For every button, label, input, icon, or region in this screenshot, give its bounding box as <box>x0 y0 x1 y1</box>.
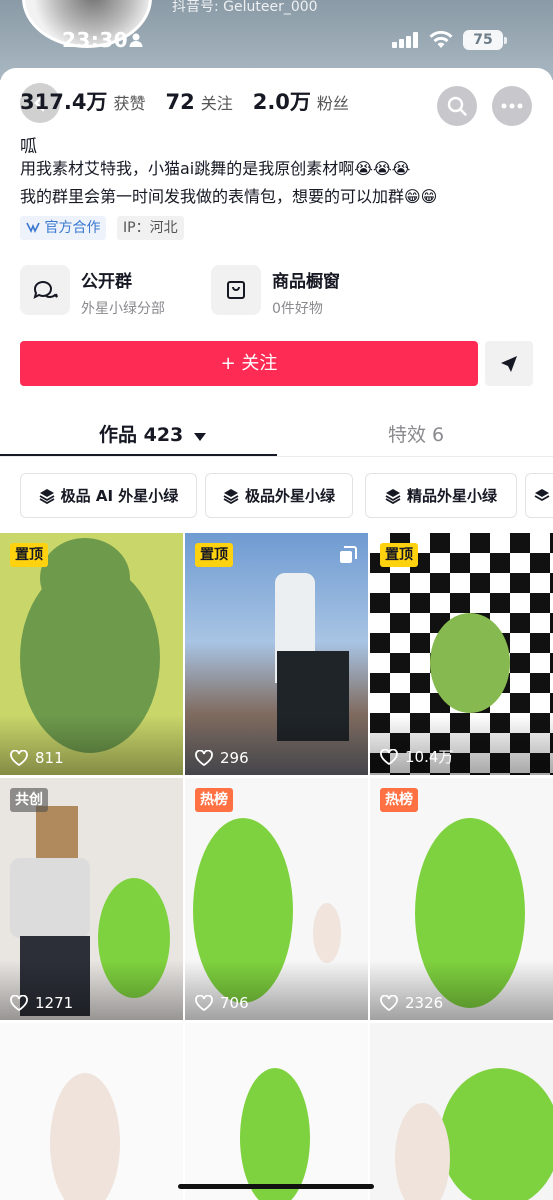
profile-stats: 317.4万 获赞 72 关注 2.0万 粉丝 <box>20 86 363 116</box>
like-count-value: 2326 <box>405 994 444 1012</box>
partner-icon <box>26 222 40 233</box>
send-icon <box>501 355 517 372</box>
heart-icon <box>10 995 28 1011</box>
video-thumbnail[interactable]: 置顶 10.4万 <box>370 533 553 775</box>
video-thumbnail[interactable]: 置顶 811 <box>0 533 183 775</box>
layers-icon <box>223 488 239 504</box>
video-thumbnail[interactable]: 置顶 296 <box>185 533 368 775</box>
video-thumbnail[interactable] <box>0 1023 183 1200</box>
shopping-bag-icon <box>211 265 261 315</box>
following-count[interactable]: 72 <box>165 90 194 114</box>
pinned-badge: 置顶 <box>195 543 233 567</box>
shop-window-entry[interactable]: 商品橱窗 0件好物 <box>211 265 340 318</box>
signal-icon <box>392 32 418 48</box>
public-group-entry[interactable]: 公开群 外星小绿分部 <box>20 265 165 318</box>
collection-chip[interactable]: 精品外星小绿 <box>365 473 517 518</box>
profile-name: 呱 <box>20 137 37 157</box>
layers-icon <box>385 488 401 504</box>
heart-icon <box>10 750 28 766</box>
like-count-value: 811 <box>35 749 64 767</box>
bio-line: 用我素材艾特我，小猫ai跳舞的是我原创素材啊😭😭😭 <box>20 159 411 178</box>
more-icon <box>501 103 523 109</box>
battery-indicator: 75 <box>463 30 503 50</box>
like-count-value: 10.4万 <box>405 748 454 766</box>
video-thumbnail[interactable] <box>185 1023 368 1200</box>
like-count: 10.4万 <box>380 746 453 767</box>
like-count: 2326 <box>380 994 443 1012</box>
pinned-badge: 置顶 <box>380 543 418 567</box>
chip-label: 极品 AI 外星小绿 <box>60 487 179 505</box>
heart-icon <box>195 750 213 766</box>
heart-icon <box>380 748 398 765</box>
pinned-badge: 置顶 <box>10 543 48 567</box>
more-button[interactable] <box>492 86 532 126</box>
following-label[interactable]: 关注 <box>201 90 233 114</box>
official-partner-label: 官方合作 <box>44 220 101 236</box>
official-partner-tag[interactable]: 官方合作 <box>20 216 107 240</box>
feature-title: 商品橱窗 <box>272 272 340 292</box>
chip-label: 精品外星小绿 <box>406 487 497 505</box>
tab-works-label: 作品 423 <box>99 424 184 446</box>
ip-location-tag: IP：河北 <box>117 216 184 240</box>
heart-icon <box>195 995 213 1011</box>
home-indicator <box>178 1184 374 1189</box>
status-time: 23:30 <box>62 28 129 52</box>
like-count: 811 <box>10 749 64 767</box>
chip-label: 极品外星小绿 <box>244 487 335 505</box>
wifi-icon <box>429 30 453 48</box>
douyin-id: 抖音号: Geluteer_000 <box>172 0 318 15</box>
video-thumbnail[interactable]: 共创 1271 <box>0 778 183 1020</box>
multi-image-icon <box>340 546 357 563</box>
like-count: 296 <box>195 749 249 767</box>
trending-badge: 热榜 <box>380 788 418 812</box>
like-count-value: 296 <box>220 749 249 767</box>
collection-chip[interactable]: 极品外星小绿 <box>205 473 353 518</box>
search-icon <box>447 96 467 116</box>
video-thumbnail[interactable]: 热榜 2326 <box>370 778 553 1020</box>
like-count: 706 <box>195 994 249 1012</box>
collection-chip[interactable]: 极品 AI 外星小绿 <box>20 473 197 518</box>
search-button[interactable] <box>437 86 477 126</box>
divider <box>0 456 553 457</box>
trending-badge: 热榜 <box>195 788 233 812</box>
caret-down-icon <box>193 433 206 441</box>
likes-count: 317.4万 <box>20 90 108 114</box>
profile-bio: 用我素材艾特我，小猫ai跳舞的是我原创素材啊😭😭😭 我的群里会第一时间发我做的表… <box>20 155 540 211</box>
likes-label: 获赞 <box>113 94 146 113</box>
feature-title: 公开群 <box>81 272 132 292</box>
like-count-value: 1271 <box>35 994 74 1012</box>
like-count-value: 706 <box>220 994 249 1012</box>
followers-count[interactable]: 2.0万 <box>253 86 311 116</box>
chat-group-icon <box>20 265 70 315</box>
video-thumbnail[interactable] <box>370 1023 553 1200</box>
bio-line: 我的群里会第一时间发我做的表情包，想要的可以加群😁😁 <box>20 187 438 206</box>
heart-icon <box>380 995 398 1011</box>
tab-works[interactable]: 作品 423 <box>99 420 206 447</box>
layers-icon <box>39 488 55 504</box>
share-button[interactable] <box>485 341 533 386</box>
followers-label[interactable]: 粉丝 <box>317 90 349 114</box>
follow-button[interactable]: + 关注 <box>20 341 478 386</box>
person-icon <box>129 33 143 47</box>
co-creation-badge: 共创 <box>10 788 48 812</box>
feature-subtitle: 0件好物 <box>272 301 323 317</box>
like-count: 1271 <box>10 994 73 1012</box>
battery-cap <box>504 37 507 44</box>
feature-subtitle: 外星小绿分部 <box>81 301 165 317</box>
layers-icon <box>534 488 550 501</box>
tab-effects[interactable]: 特效 6 <box>388 420 444 447</box>
video-thumbnail[interactable]: 热榜 706 <box>185 778 368 1020</box>
collection-chip-partial[interactable] <box>525 473 553 518</box>
